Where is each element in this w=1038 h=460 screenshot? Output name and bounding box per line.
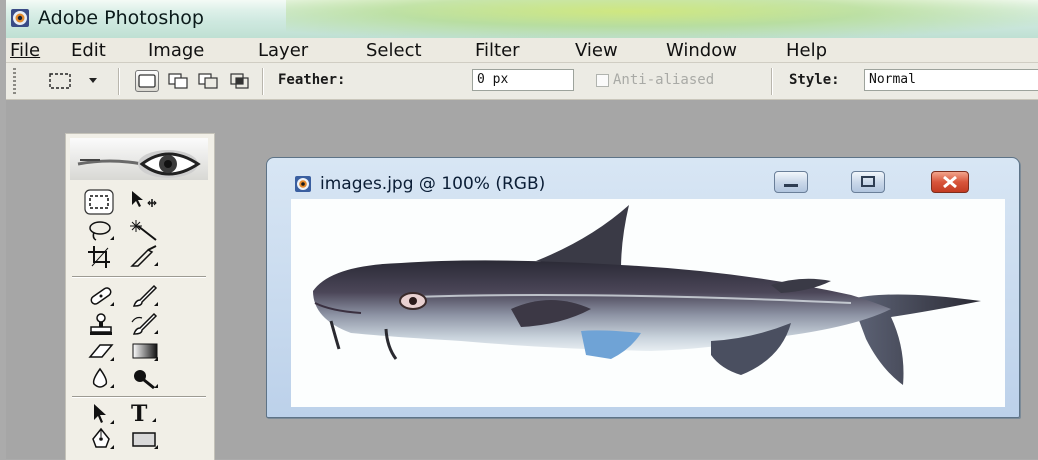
dodge-icon[interactable] [130,366,160,392]
minimize-icon [784,184,798,187]
style-select[interactable]: Normal [864,69,1038,91]
options-separator [771,68,773,95]
maximize-button[interactable] [851,171,885,193]
subtract-from-selection-icon[interactable] [197,70,221,92]
add-to-selection-icon[interactable] [167,70,191,92]
rectangle-shape-icon[interactable] [130,427,160,453]
menu-image[interactable]: Image [148,40,204,61]
menu-window-label: Window [666,40,737,61]
title-bar-glow [286,0,1038,38]
menu-edit-label: Edit [71,40,106,61]
restore-icon [861,176,875,187]
photoshop-eye-icon[interactable] [10,8,30,28]
menu-image-label: Image [148,40,205,61]
options-separator [262,68,264,95]
image-canvas[interactable] [291,199,1005,407]
document-eye-icon [295,176,311,192]
clone-stamp-icon[interactable] [86,312,116,338]
toolbox-header[interactable] [70,138,208,180]
crop-icon[interactable] [86,244,116,270]
minimize-button[interactable] [774,171,808,193]
options-bar-grip[interactable] [13,68,16,94]
healing-brush-icon[interactable] [86,284,116,310]
menu-select[interactable]: Select [366,40,422,61]
fish-image [313,205,981,385]
history-brush-icon[interactable] [130,312,160,338]
menu-select-label: Select [366,40,422,61]
blur-icon[interactable] [86,366,116,392]
title-bar: Adobe Photoshop [6,0,1038,38]
photoshop-eye-logo [77,150,201,178]
slice-icon[interactable] [130,244,160,270]
menu-layer[interactable]: Layer [258,40,308,61]
menu-file-label: File [10,40,41,61]
document-title: images.jpg @ 100% (RGB) [320,174,546,194]
new-selection-icon[interactable] [135,70,159,92]
intersect-selection-icon[interactable] [228,70,252,92]
toolbox: T [65,133,215,460]
document-window[interactable]: images.jpg @ 100% (RGB) [266,157,1020,418]
options-separator [118,68,120,95]
menu-filter-label: Filter [475,40,520,61]
move-icon[interactable] [128,189,158,215]
menu-help-label: Help [786,40,828,61]
menu-edit[interactable]: Edit [71,40,106,61]
chevron-down-icon[interactable] [88,77,98,85]
close-icon [943,175,957,189]
menu-layer-label: Layer [258,40,309,61]
toolbox-divider [72,396,206,398]
menu-bar: File Edit Image Layer Select Filter View… [6,38,1038,63]
menu-help[interactable]: Help [786,40,827,61]
path-selection-icon[interactable] [86,402,116,428]
anti-aliased-label: Anti-aliased [613,72,715,88]
menu-window[interactable]: Window [666,40,737,61]
style-label: Style: [789,72,840,88]
window-title: Adobe Photoshop [38,7,204,29]
eraser-icon[interactable] [86,339,116,365]
gradient-icon[interactable] [130,339,160,365]
feather-input[interactable]: 0 px [472,69,574,91]
brush-icon[interactable] [130,284,160,310]
rectangular-marquee-icon[interactable] [48,72,72,90]
pen-icon[interactable] [86,427,116,453]
photoshop-app: Adobe Photoshop File Edit Image Layer Se… [6,0,1038,460]
menu-filter[interactable]: Filter [475,40,520,61]
rectangular-marquee-icon[interactable] [84,189,114,215]
options-bar: Feather: 0 px Anti-aliased Style: Normal [6,63,1038,100]
menu-file[interactable]: File [10,40,40,61]
close-button[interactable] [931,171,969,193]
lasso-icon[interactable] [86,218,116,244]
anti-aliased-checkbox[interactable] [596,74,609,87]
menu-view-label: View [575,40,618,61]
type-icon[interactable]: T [128,400,158,427]
magic-wand-icon[interactable] [130,218,160,244]
menu-view[interactable]: View [575,40,618,61]
type-tool-glyph: T [131,401,148,426]
toolbox-divider [72,276,206,278]
feather-label: Feather: [278,72,346,88]
